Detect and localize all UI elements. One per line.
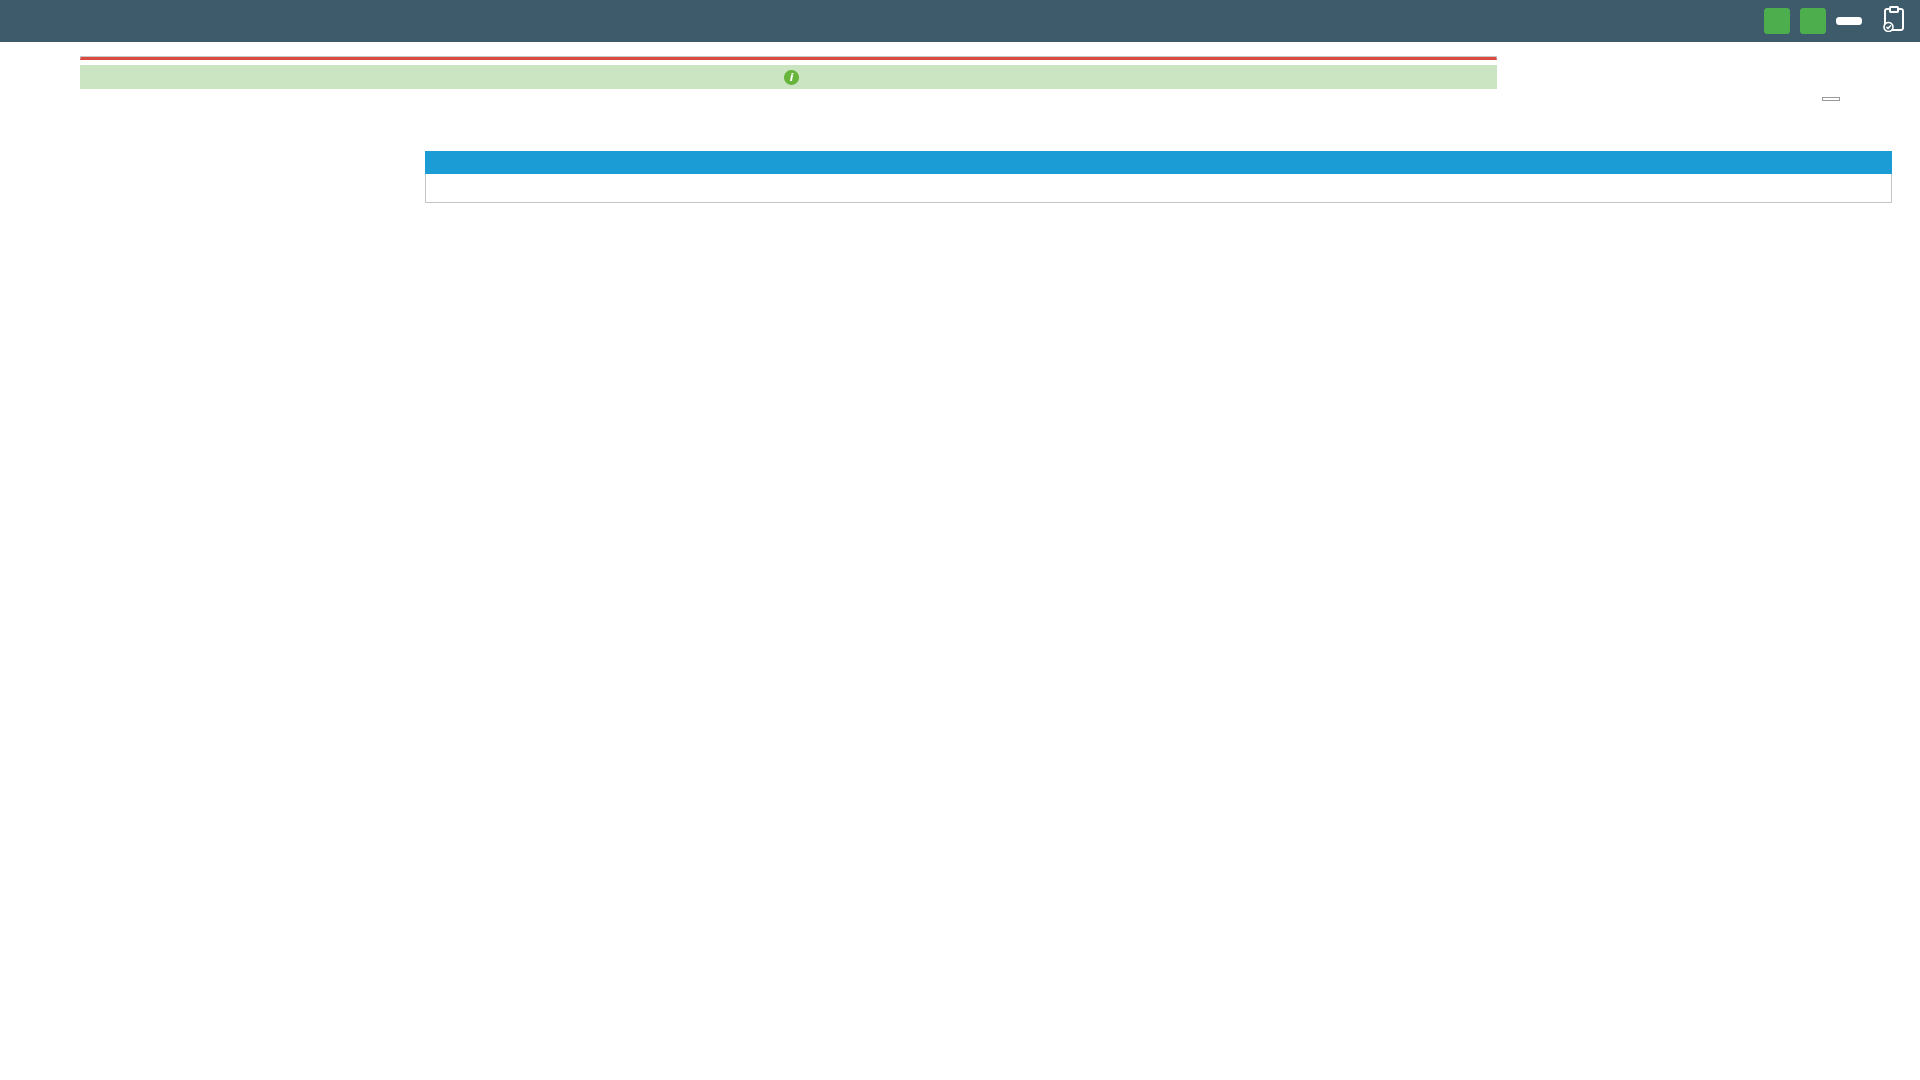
report-type-dropdown[interactable] <box>1836 17 1862 25</box>
million-rial-note-box <box>1822 97 1840 101</box>
next-report-button[interactable] <box>1800 8 1826 34</box>
info-icon: i <box>784 69 799 85</box>
signed-info-banner: i <box>80 65 1497 89</box>
company-info-table <box>80 56 1497 60</box>
clipboard-report-icon <box>1882 6 1906 36</box>
previous-report-button[interactable] <box>1764 8 1790 34</box>
production-sales-section-bar <box>425 151 1892 174</box>
top-navbar <box>0 0 1920 42</box>
table-million-note <box>425 174 1892 203</box>
